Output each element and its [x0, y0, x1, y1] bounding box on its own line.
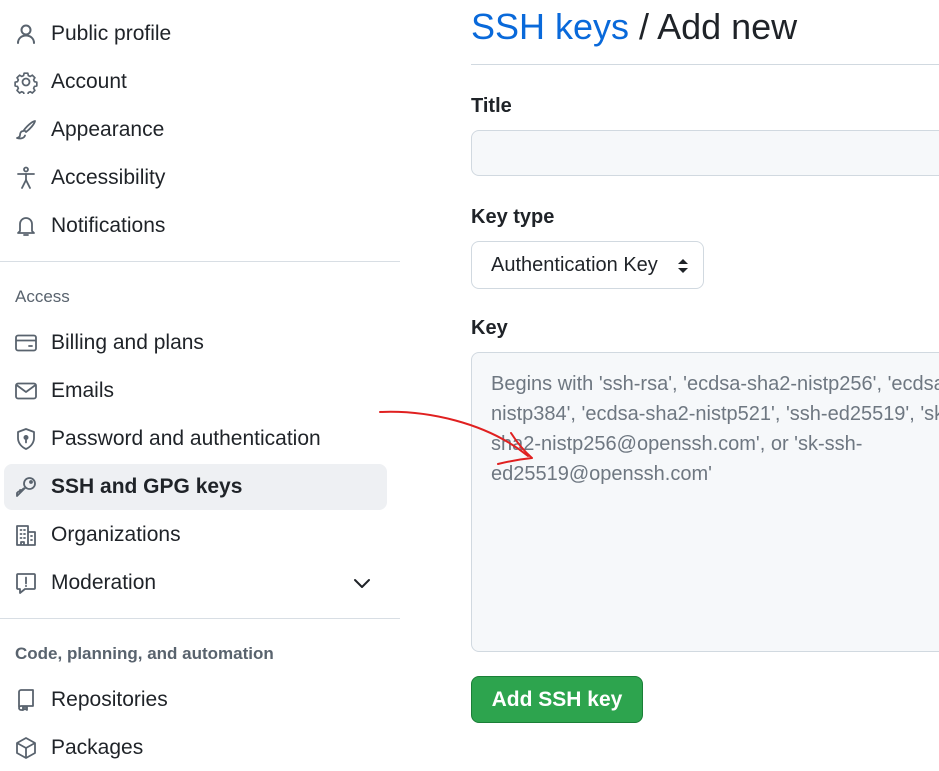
- page-title: SSH keys / Add new: [471, 6, 797, 48]
- shield-lock-icon: [14, 427, 38, 451]
- sidebar-item-accessibility[interactable]: Accessibility: [4, 155, 387, 201]
- person-icon: [14, 22, 38, 46]
- sidebar-item-label: Packages: [51, 736, 144, 759]
- add-ssh-key-button[interactable]: Add SSH key: [471, 676, 643, 723]
- select-arrows-icon: [675, 257, 691, 275]
- sidebar-divider: [0, 261, 400, 262]
- gear-icon: [14, 70, 38, 94]
- report-icon: [14, 571, 38, 595]
- chevron-down-icon[interactable]: [351, 572, 373, 594]
- sidebar-item-label: Accessibility: [51, 166, 166, 189]
- paintbrush-icon: [14, 118, 38, 142]
- key-type-select[interactable]: Authentication Key: [471, 241, 704, 289]
- sidebar-item-label: SSH and GPG keys: [51, 475, 243, 498]
- breadcrumb-current: Add new: [657, 6, 798, 47]
- breadcrumb-ssh-keys-link[interactable]: SSH keys: [471, 6, 629, 47]
- sidebar-heading-access: Access: [15, 287, 70, 306]
- package-icon: [14, 736, 38, 760]
- sidebar-item-moderation[interactable]: Moderation: [4, 560, 387, 606]
- sidebar-item-label: Notifications: [51, 214, 166, 237]
- settings-sidebar: Public profile Account Appearance Access…: [0, 0, 400, 759]
- sidebar-item-notifications[interactable]: Notifications: [4, 203, 387, 249]
- sidebar-item-public-profile[interactable]: Public profile: [4, 11, 387, 57]
- sidebar-item-label: Repositories: [51, 688, 168, 711]
- repo-icon: [14, 688, 38, 712]
- title-input[interactable]: [471, 130, 939, 176]
- key-textarea-placeholder: Begins with 'ssh-rsa', 'ecdsa-sha2-nistp…: [491, 373, 939, 485]
- sidebar-item-billing[interactable]: Billing and plans: [4, 320, 387, 366]
- sidebar-item-label: Public profile: [51, 22, 172, 45]
- title-divider: [471, 64, 939, 65]
- sidebar-item-password-authentication[interactable]: Password and authentication: [4, 416, 387, 462]
- accessibility-icon: [14, 166, 38, 190]
- sidebar-item-appearance[interactable]: Appearance: [4, 107, 387, 153]
- sidebar-item-repositories[interactable]: Repositories: [4, 677, 387, 723]
- sidebar-heading-code: Code, planning, and automation: [15, 644, 274, 663]
- key-label: Key: [471, 317, 508, 339]
- sidebar-item-label: Moderation: [51, 571, 157, 594]
- sidebar-item-label: Appearance: [51, 118, 165, 141]
- key-textarea[interactable]: Begins with 'ssh-rsa', 'ecdsa-sha2-nistp…: [471, 352, 939, 652]
- sidebar-item-packages[interactable]: Packages: [4, 725, 387, 771]
- sidebar-item-label: Password and authentication: [51, 427, 321, 450]
- sidebar-item-account[interactable]: Account: [4, 59, 387, 105]
- sidebar-item-emails[interactable]: Emails: [4, 368, 387, 414]
- sidebar-item-organizations[interactable]: Organizations: [4, 512, 387, 558]
- main-content: SSH keys / Add new Title Key type Authen…: [471, 0, 939, 758]
- sidebar-item-ssh-gpg-keys[interactable]: SSH and GPG keys: [4, 464, 387, 510]
- sidebar-item-label: Billing and plans: [51, 331, 204, 354]
- organization-icon: [14, 523, 38, 547]
- mail-icon: [14, 379, 38, 403]
- breadcrumb-separator: /: [629, 6, 658, 47]
- key-type-label: Key type: [471, 206, 555, 228]
- key-type-selected-value: Authentication Key: [491, 253, 658, 276]
- sidebar-item-label: Organizations: [51, 523, 181, 546]
- sidebar-item-label: Account: [51, 70, 127, 93]
- bell-icon: [14, 214, 38, 238]
- key-icon: [14, 475, 38, 499]
- sidebar-divider: [0, 618, 400, 619]
- title-label: Title: [471, 95, 512, 117]
- credit-card-icon: [14, 331, 38, 355]
- sidebar-item-label: Emails: [51, 379, 115, 402]
